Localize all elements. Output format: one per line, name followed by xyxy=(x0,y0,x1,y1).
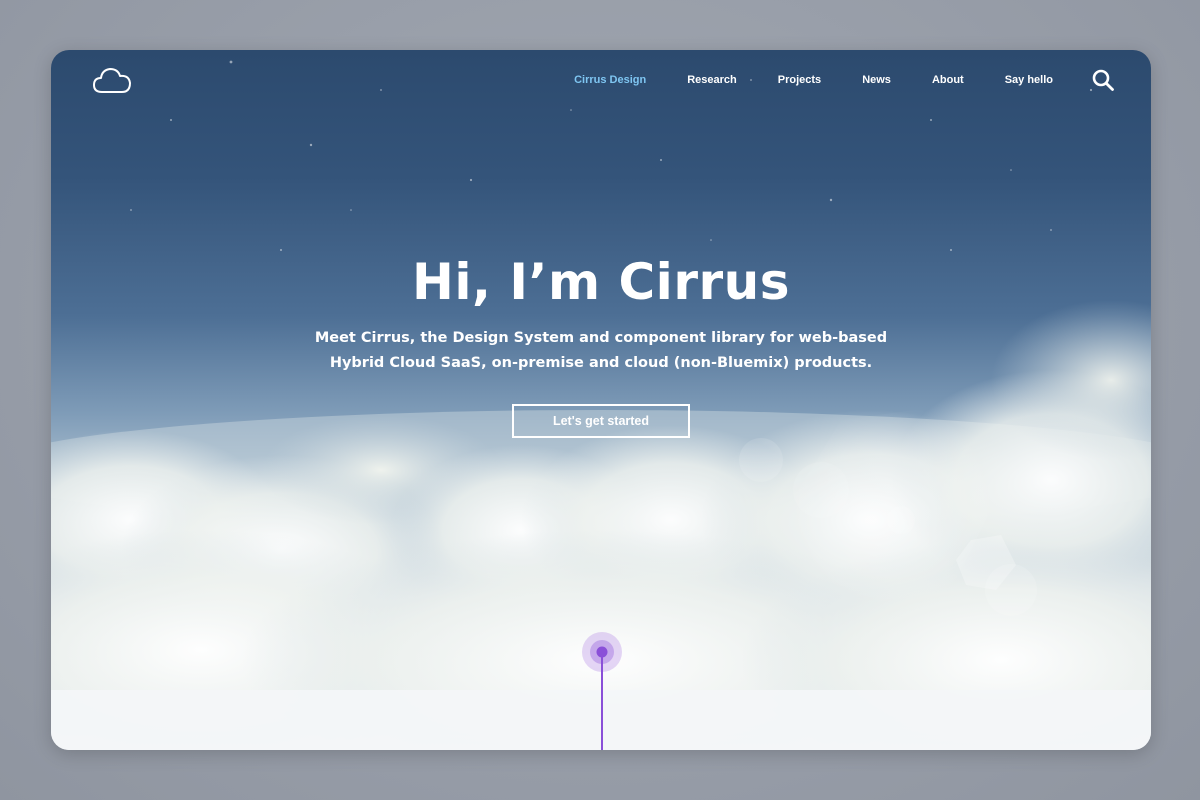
nav-item-projects[interactable]: Projects xyxy=(778,70,821,90)
main-nav: Cirrus Design Research Projects News Abo… xyxy=(533,70,1053,90)
cloud-logo-icon[interactable] xyxy=(91,64,133,96)
get-started-button[interactable]: Let's get started xyxy=(512,404,690,438)
hero-subtitle-line-2: Hybrid Cloud SaaS, on-premise and cloud … xyxy=(329,355,873,371)
nav-item-say-hello[interactable]: Say hello xyxy=(1005,70,1053,90)
hero-subtitle: Meet Cirrus, the Design System and compo… xyxy=(291,326,911,376)
nav-item-news[interactable]: News xyxy=(862,70,891,90)
hero-title: Hi, I’m Cirrus xyxy=(412,253,790,311)
nav-item-about[interactable]: About xyxy=(932,70,964,90)
nav-item-cirrus-design[interactable]: Cirrus Design xyxy=(574,70,646,90)
scroll-indicator-icon[interactable] xyxy=(582,632,622,750)
hero-section: Hi, I’m Cirrus Meet Cirrus, the Design S… xyxy=(51,250,1151,438)
nav-item-research[interactable]: Research xyxy=(687,70,737,90)
browser-window: Cirrus Design Research Projects News Abo… xyxy=(51,50,1151,750)
search-icon[interactable] xyxy=(1091,68,1115,92)
hero-subtitle-line-1: Meet Cirrus, the Design System and compo… xyxy=(314,330,888,346)
